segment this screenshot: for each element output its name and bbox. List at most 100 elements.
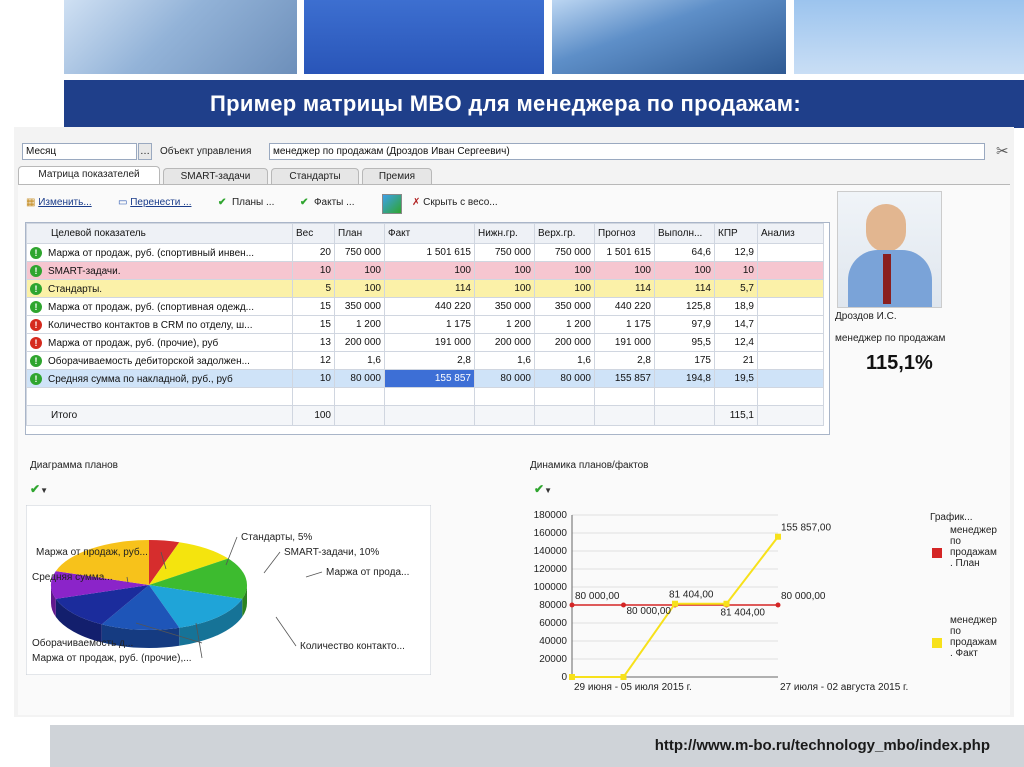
cell-fact[interactable]: 155 857 (384, 369, 475, 388)
cell-forecast[interactable]: 2,8 (594, 351, 655, 370)
cell-indicator-name[interactable]: ! Стандарты. (26, 279, 293, 298)
cell-fact[interactable]: 1 175 (384, 315, 475, 334)
cell-kpr[interactable]: 10 (714, 261, 758, 280)
cell-plan[interactable]: 750 000 (334, 243, 385, 262)
cell-indicator-name[interactable]: ! SMART-задачи. (26, 261, 293, 280)
cell-done[interactable]: 100 (654, 261, 715, 280)
period-field[interactable]: Месяц (22, 143, 137, 160)
settings-tools-icon[interactable]: ✂ (996, 142, 1009, 160)
col-header[interactable]: Анализ (757, 223, 824, 244)
tab-standards[interactable]: Стандарты (271, 168, 359, 184)
cell-high[interactable]: 80 000 (534, 369, 595, 388)
cell-indicator-name[interactable]: ! Маржа от продаж, руб. (спортивный инвен… (26, 243, 293, 262)
cell-forecast[interactable]: 155 857 (594, 369, 655, 388)
cell-kpr[interactable]: 12,4 (714, 333, 758, 352)
cell-plan[interactable]: 1 200 (334, 315, 385, 334)
cell-low[interactable]: 1,6 (474, 351, 535, 370)
cell-kpr[interactable]: 19,5 (714, 369, 758, 388)
cell-done[interactable]: 95,5 (654, 333, 715, 352)
col-header[interactable]: Верх.гр. (534, 223, 595, 244)
cell-plan[interactable]: 100 (334, 279, 385, 298)
cell-analysis[interactable] (757, 279, 824, 298)
table-row[interactable]: ! Оборачиваемость дебиторской задолжен...… (26, 351, 824, 370)
cell-kpr[interactable]: 18,9 (714, 297, 758, 316)
period-select-button[interactable]: … (138, 143, 152, 160)
cell-kpr[interactable]: 12,9 (714, 243, 758, 262)
hide-weight-button[interactable]: ✗ Скрыть с весо... (412, 196, 498, 210)
cell-forecast[interactable]: 191 000 (594, 333, 655, 352)
cell-high[interactable]: 750 000 (534, 243, 595, 262)
cell-weight[interactable]: 10 (292, 369, 335, 388)
cell-done[interactable]: 114 (654, 279, 715, 298)
cell-kpr[interactable]: 21 (714, 351, 758, 370)
cell-fact[interactable]: 191 000 (384, 333, 475, 352)
cell-fact[interactable]: 440 220 (384, 297, 475, 316)
cell-kpr[interactable]: 14,7 (714, 315, 758, 334)
cell-kpr[interactable]: 5,7 (714, 279, 758, 298)
cell-plan[interactable]: 350 000 (334, 297, 385, 316)
cell-low[interactable]: 80 000 (474, 369, 535, 388)
cell-low[interactable]: 1 200 (474, 315, 535, 334)
cell-low[interactable]: 100 (474, 279, 535, 298)
move-button[interactable]: ▭ Перенести ... (118, 196, 191, 210)
tab-matrix[interactable]: Матрица показателей (18, 166, 160, 185)
cell-fact[interactable]: 1 501 615 (384, 243, 475, 262)
cell-done[interactable]: 175 (654, 351, 715, 370)
col-header[interactable]: Вес (292, 223, 335, 244)
cell-done[interactable]: 97,9 (654, 315, 715, 334)
cell-fact[interactable]: 114 (384, 279, 475, 298)
cell-high[interactable]: 350 000 (534, 297, 595, 316)
cell-low[interactable]: 750 000 (474, 243, 535, 262)
cell-high[interactable]: 1,6 (534, 351, 595, 370)
cell-analysis[interactable] (757, 315, 824, 334)
table-row[interactable]: ! Средняя сумма по накладной, руб., руб 10… (26, 369, 824, 388)
pie-options-button[interactable]: ✔▼ (30, 482, 48, 496)
cell-low[interactable]: 350 000 (474, 297, 535, 316)
table-row[interactable]: ! Маржа от продаж, руб. (прочие), руб 13 20… (26, 333, 824, 352)
object-field[interactable]: менеджер по продажам (Дроздов Иван Серге… (269, 143, 985, 160)
cell-high[interactable]: 200 000 (534, 333, 595, 352)
facts-button[interactable]: ✔ Факты ... (300, 196, 355, 210)
cell-done[interactable]: 194,8 (654, 369, 715, 388)
cell-done[interactable]: 125,8 (654, 297, 715, 316)
plans-button[interactable]: ✔ Планы ... (218, 196, 274, 210)
tab-bonus[interactable]: Премия (362, 168, 432, 184)
cell-weight[interactable]: 10 (292, 261, 335, 280)
cell-plan[interactable]: 1,6 (334, 351, 385, 370)
cell-analysis[interactable] (757, 369, 824, 388)
cell-high[interactable]: 100 (534, 279, 595, 298)
table-row[interactable]: ! Количество контактов в CRM по отделу, ш… (26, 315, 824, 334)
col-header[interactable]: Выполн... (654, 223, 715, 244)
footer-url[interactable]: http://www.m-bo.ru/technology_mbo/index.… (655, 737, 990, 754)
cell-forecast[interactable]: 440 220 (594, 297, 655, 316)
cell-plan[interactable]: 100 (334, 261, 385, 280)
table-row[interactable]: ! Стандарты. 5 100 114 100 100 114 114 5,7 (26, 279, 824, 298)
edit-button[interactable]: ▦ Изменить... (26, 196, 92, 210)
cell-fact[interactable]: 2,8 (384, 351, 475, 370)
cell-indicator-name[interactable]: ! Маржа от продаж, руб. (прочие), руб (26, 333, 293, 352)
cell-analysis[interactable] (757, 297, 824, 316)
cell-weight[interactable]: 15 (292, 297, 335, 316)
cell-forecast[interactable]: 114 (594, 279, 655, 298)
cell-forecast[interactable]: 1 501 615 (594, 243, 655, 262)
cell-weight[interactable]: 13 (292, 333, 335, 352)
cell-low[interactable]: 100 (474, 261, 535, 280)
cell-forecast[interactable]: 1 175 (594, 315, 655, 334)
cell-weight[interactable]: 12 (292, 351, 335, 370)
cell-forecast[interactable]: 100 (594, 261, 655, 280)
cell-fact[interactable]: 100 (384, 261, 475, 280)
cell-plan[interactable]: 200 000 (334, 333, 385, 352)
cell-indicator-name[interactable]: ! Оборачиваемость дебиторской задолжен... (26, 351, 293, 370)
col-header[interactable]: План (334, 223, 385, 244)
cell-indicator-name[interactable]: ! Количество контактов в CRM по отделу, ш… (26, 315, 293, 334)
col-header[interactable]: КПР (714, 223, 758, 244)
cell-indicator-name[interactable]: ! Средняя сумма по накладной, руб., руб (26, 369, 293, 388)
cell-indicator-name[interactable]: ! Маржа от продаж, руб. (спортивная одежд… (26, 297, 293, 316)
cell-plan[interactable]: 80 000 (334, 369, 385, 388)
cell-weight[interactable]: 5 (292, 279, 335, 298)
line-options-button[interactable]: ✔▼ (534, 482, 552, 496)
cell-analysis[interactable] (757, 261, 824, 280)
cell-analysis[interactable] (757, 333, 824, 352)
col-header[interactable]: Нижн.гр. (474, 223, 535, 244)
tab-smart[interactable]: SMART-задачи (163, 168, 268, 184)
